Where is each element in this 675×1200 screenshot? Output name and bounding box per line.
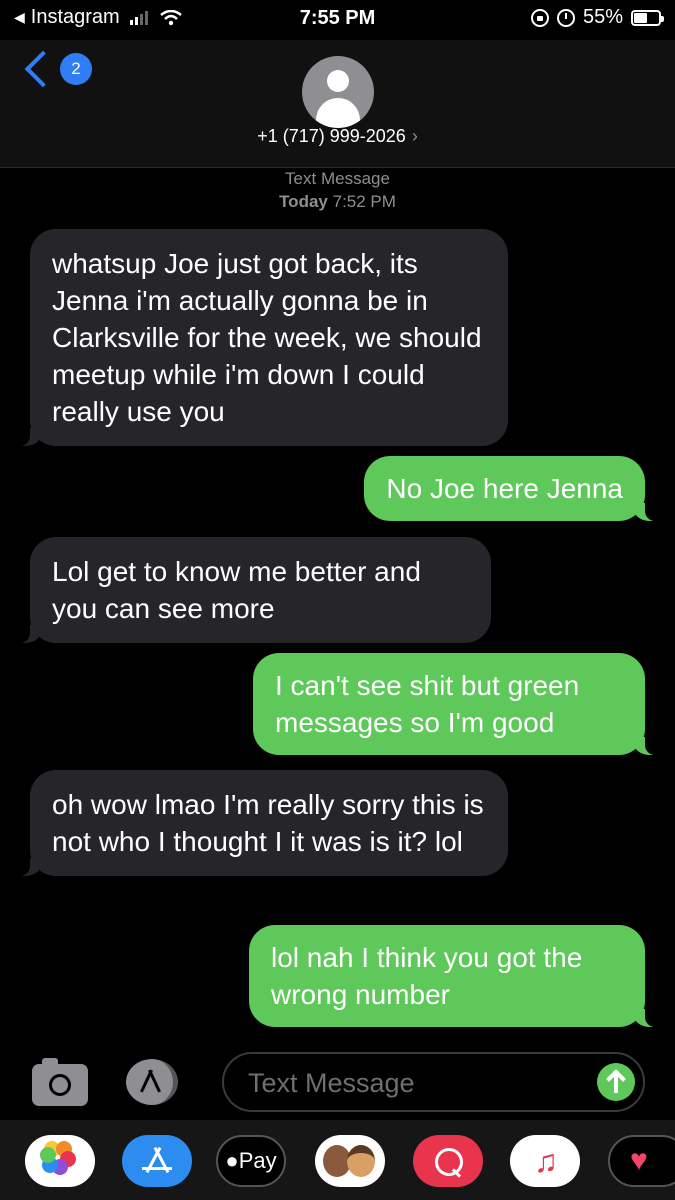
app-store-app-button[interactable] (122, 1135, 192, 1187)
date-label: Today (279, 192, 328, 211)
incoming-message-bubble[interactable]: oh wow lmao I'm really sorry this is not… (18, 770, 508, 876)
outgoing-message-bubble[interactable]: lol nah I think you got the wrong number (249, 925, 657, 1027)
music-icon: ♫ (534, 1143, 558, 1179)
unread-badge: 2 (60, 53, 92, 85)
person-icon (327, 70, 349, 92)
app-drawer: ●Pay ♫ ♥ (0, 1120, 675, 1200)
battery-percent: 55% (582, 6, 623, 28)
status-bar: ◀ Instagram 7:55 PM 55% (0, 0, 675, 40)
memoji-app-button[interactable] (315, 1135, 385, 1187)
back-button[interactable]: 2 (22, 50, 92, 88)
incoming-message-bubble[interactable]: whatsup Joe just got back, its Jenna i'm… (18, 229, 508, 446)
chevron-right-icon: › (411, 126, 418, 146)
apple-logo-icon: ● (225, 1148, 239, 1173)
contact-number: +1 (717) 999-2026 (257, 126, 406, 146)
send-button[interactable] (597, 1063, 635, 1101)
message-input[interactable] (246, 1064, 580, 1102)
app-store-button[interactable] (126, 1059, 178, 1105)
heart-icon: ♥ (630, 1144, 648, 1177)
chevron-left-icon (24, 50, 62, 88)
alarm-icon (556, 8, 575, 27)
conversation-header: 2 +1 (717) 999-2026 › (0, 40, 675, 168)
thread-timestamp: Text Message Today 7:52 PM (0, 167, 675, 213)
camera-icon (49, 1074, 71, 1096)
service-label: Text Message (285, 169, 390, 188)
orientation-lock-icon (530, 8, 549, 27)
contact-name-button[interactable]: +1 (717) 999-2026 › (0, 126, 675, 147)
battery-icon (631, 9, 664, 26)
apple-pay-button[interactable]: ●Pay (216, 1135, 286, 1187)
contact-avatar[interactable] (302, 56, 374, 128)
outgoing-message-bubble[interactable]: I can't see shit but green messages so I… (253, 653, 657, 755)
apple-pay-label: Pay (238, 1148, 277, 1173)
message-input-field[interactable] (222, 1052, 645, 1112)
images-search-app-button[interactable] (413, 1135, 483, 1187)
outgoing-message-bubble[interactable]: No Joe here Jenna (364, 456, 657, 521)
photos-app-button[interactable] (25, 1135, 95, 1187)
camera-button[interactable] (32, 1058, 88, 1106)
digital-touch-app-button[interactable]: ♥ (608, 1135, 675, 1187)
time-label: 7:52 PM (332, 192, 396, 211)
incoming-message-bubble[interactable]: Lol get to know me better and you can se… (18, 537, 491, 643)
music-app-button[interactable]: ♫ (510, 1135, 580, 1187)
